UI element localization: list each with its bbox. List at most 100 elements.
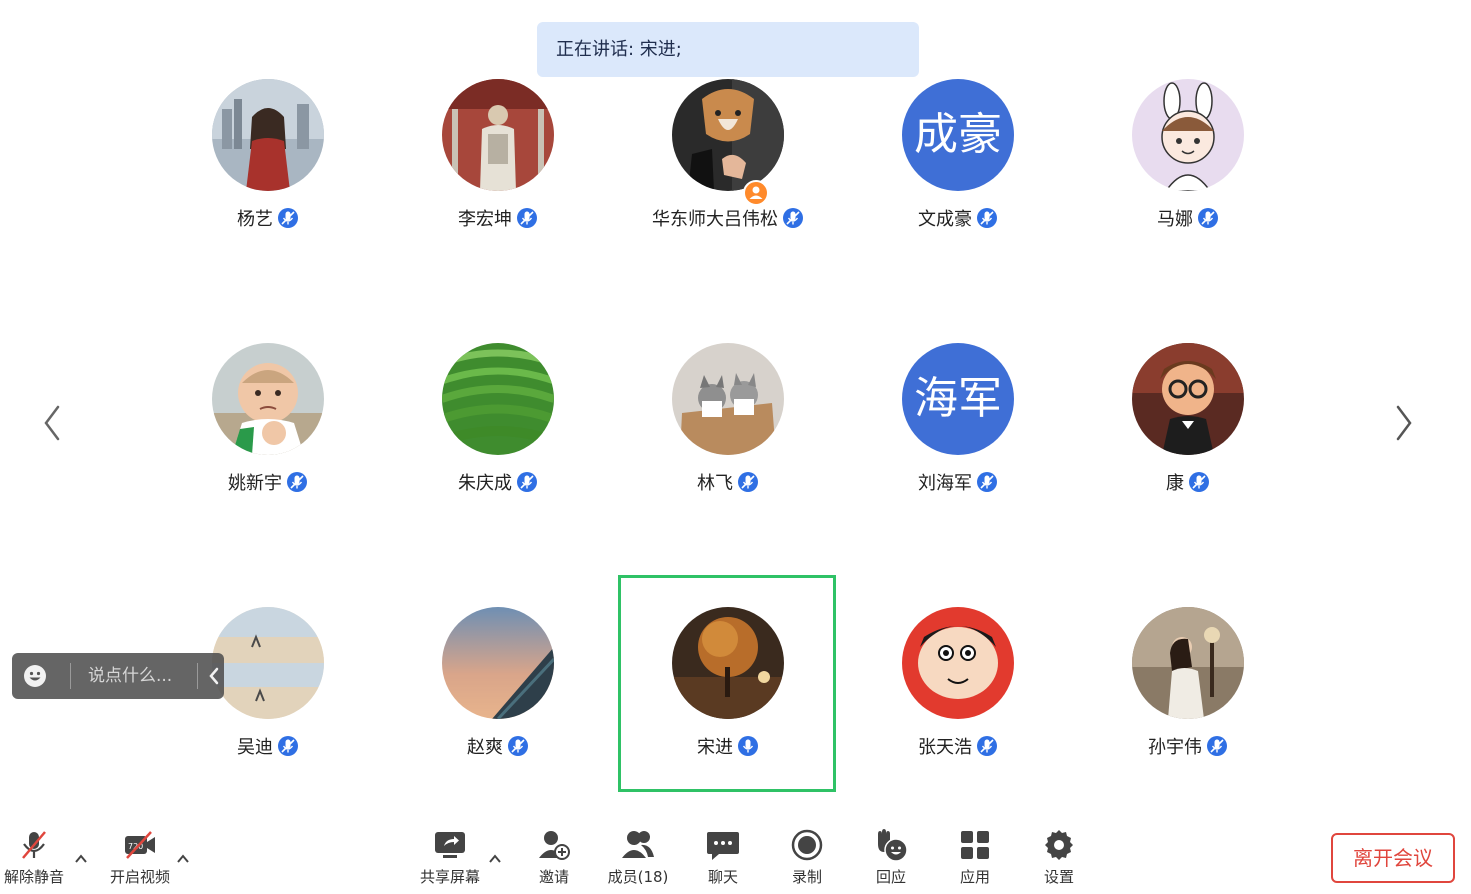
mic-icon [1197, 207, 1219, 229]
participant-tile[interactable]: 朱庆成 [398, 343, 598, 503]
participant-tile[interactable]: 孙宇伟 [1088, 607, 1288, 767]
mic-icon [277, 207, 299, 229]
next-page-arrow[interactable] [1392, 403, 1416, 443]
audio-options-caret[interactable] [73, 852, 89, 866]
start-video-button[interactable]: 720 开启视频 [100, 826, 180, 888]
avatar [672, 343, 784, 455]
participant-name: 孙宇伟 [1148, 737, 1202, 758]
mic-icon [1188, 471, 1210, 493]
participant-name: 张天浩 [918, 737, 972, 758]
avatar [442, 79, 554, 191]
record-icon [790, 828, 824, 862]
chevron-up-icon [177, 854, 189, 863]
mic-icon [737, 471, 759, 493]
mic-icon [516, 471, 538, 493]
collapse-chevron-icon[interactable] [207, 666, 221, 686]
mic-icon [516, 207, 538, 229]
avatar [212, 607, 324, 719]
chevron-left-icon [44, 405, 60, 441]
mic-icon [976, 207, 998, 229]
mic-icon [507, 735, 529, 757]
share-screen-label: 共享屏幕 [419, 868, 480, 886]
avatar: 成豪 [902, 79, 1014, 191]
participant-name: 李宏坤 [458, 209, 512, 230]
participant-tile[interactable]: 张天浩 [858, 607, 1058, 767]
chevron-right-icon [1396, 405, 1412, 441]
apps-grid-icon [958, 828, 992, 862]
mic-icon [976, 735, 998, 757]
participant-tile[interactable]: 林飞 [628, 343, 828, 503]
participant-tile[interactable]: 李宏坤 [398, 79, 598, 239]
record-button[interactable]: 录制 [767, 826, 847, 888]
participant-tile[interactable]: 赵爽 [398, 607, 598, 767]
apps-button[interactable]: 应用 [935, 826, 1015, 888]
participant-tile-active-speaker[interactable]: 宋进 [628, 607, 828, 767]
avatar [442, 607, 554, 719]
invite-button[interactable]: 邀请 [514, 826, 594, 888]
raise-hand-emoji-icon [874, 828, 908, 862]
participant-tile[interactable]: 华东师大吕伟松 [628, 79, 828, 239]
speaking-banner: 正在讲话: 宋进; [537, 22, 919, 77]
participant-tile[interactable]: 杨艺 [168, 79, 368, 239]
avatar [212, 343, 324, 455]
mic-muted-icon [17, 828, 51, 862]
chevron-up-icon [75, 854, 87, 863]
share-screen-button[interactable]: 共享屏幕 [410, 826, 490, 888]
previous-page-arrow[interactable] [40, 403, 64, 443]
mic-active-icon [737, 735, 759, 757]
participant-name: 宋进 [697, 737, 733, 758]
reactions-button[interactable]: 回应 [851, 826, 931, 888]
quick-chat-bar[interactable]: 说点什么... [12, 653, 224, 699]
unmute-button[interactable]: 解除静音 [0, 826, 74, 888]
participant-name: 杨艺 [237, 209, 273, 230]
participant-name: 文成豪 [918, 209, 972, 230]
mic-icon [976, 471, 998, 493]
participants-button[interactable]: 成员(18) [598, 826, 678, 888]
add-person-icon [537, 828, 571, 862]
participant-name: 林飞 [697, 473, 733, 494]
participant-name: 姚新宇 [228, 473, 282, 494]
participant-tile[interactable]: 成豪 文成豪 [858, 79, 1058, 239]
video-off-icon: 720 [123, 828, 157, 862]
share-options-caret[interactable] [487, 852, 503, 866]
participant-tile[interactable]: 马娜 [1088, 79, 1288, 239]
chat-input[interactable]: 说点什么... [88, 653, 172, 699]
host-badge-icon [743, 180, 769, 206]
avatar [212, 79, 324, 191]
avatar [672, 79, 784, 191]
share-screen-icon [433, 828, 467, 862]
avatar [902, 607, 1014, 719]
participant-name: 朱庆成 [458, 473, 512, 494]
participant-tile[interactable]: 康 [1088, 343, 1288, 503]
avatar [1132, 343, 1244, 455]
mic-icon [1206, 735, 1228, 757]
participant-tile[interactable]: 海军 刘海军 [858, 343, 1058, 503]
participant-name: 赵爽 [467, 737, 503, 758]
chevron-up-icon [489, 854, 501, 863]
settings-button[interactable]: 设置 [1019, 826, 1099, 888]
avatar: 海军 [902, 343, 1014, 455]
divider [70, 663, 71, 689]
participant-name: 刘海军 [918, 473, 972, 494]
divider [197, 663, 198, 689]
participants-icon [621, 828, 655, 862]
avatar [442, 343, 554, 455]
participant-name: 康 [1166, 473, 1184, 494]
settings-label: 设置 [1043, 868, 1074, 886]
avatar [1132, 607, 1244, 719]
chat-button[interactable]: 聊天 [683, 826, 763, 888]
video-options-caret[interactable] [175, 852, 191, 866]
participant-name: 华东师大吕伟松 [652, 209, 778, 230]
avatar [1132, 79, 1244, 191]
mic-icon [782, 207, 804, 229]
participant-name: 马娜 [1157, 209, 1193, 230]
gear-icon [1042, 828, 1076, 862]
speaking-text: 正在讲话: 宋进; [556, 39, 682, 60]
start-video-label: 开启视频 [109, 868, 170, 886]
leave-meeting-button[interactable]: 离开会议 [1331, 833, 1455, 883]
unmute-label: 解除静音 [3, 868, 64, 886]
emoji-icon[interactable] [23, 664, 47, 688]
participant-tile[interactable]: 姚新宇 [168, 343, 368, 503]
mic-icon [286, 471, 308, 493]
chat-bubble-icon [706, 828, 740, 862]
